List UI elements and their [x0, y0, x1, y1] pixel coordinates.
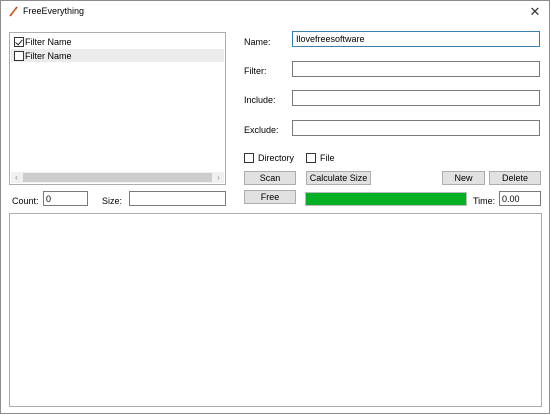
calculate-size-button[interactable]: Calculate Size [306, 171, 371, 185]
filter-list[interactable]: Filter Name Filter Name ‹ › [9, 32, 226, 185]
filter-checkbox[interactable] [14, 36, 24, 47]
filter-input[interactable] [292, 61, 540, 77]
time-label: Time: [473, 196, 496, 206]
include-label: Include: [244, 95, 276, 105]
filter-checkbox[interactable] [14, 50, 24, 61]
new-button[interactable]: New [442, 171, 485, 185]
count-field[interactable]: 0 [43, 191, 88, 206]
filter-label: Filter: [244, 66, 267, 76]
window-title: FreeEverything [23, 6, 85, 16]
scan-button[interactable]: Scan [244, 171, 296, 185]
scroll-thumb[interactable] [23, 173, 212, 182]
directory-checkbox[interactable]: Directory [244, 153, 294, 163]
scroll-left-icon[interactable]: ‹ [11, 172, 22, 183]
progress-bar [305, 192, 467, 206]
filter-item-label: Filter Name [25, 50, 72, 61]
size-label: Size: [102, 196, 123, 206]
size-field[interactable] [129, 191, 226, 206]
app-window: FreeEverything ✕ Filter Name Filter Name… [0, 0, 550, 414]
file-checkbox-box[interactable] [306, 153, 316, 163]
filter-list-item[interactable]: Filter Name [11, 49, 224, 62]
filter-item-label: Filter Name [25, 36, 72, 47]
file-checkbox-label: File [320, 153, 335, 163]
output-area[interactable] [9, 213, 542, 407]
count-label: Count: [12, 196, 39, 206]
feather-icon [9, 6, 18, 17]
progress-fill [306, 193, 466, 205]
directory-checkbox-label: Directory [258, 153, 295, 163]
close-button[interactable]: ✕ [523, 2, 547, 22]
directory-checkbox-box[interactable] [244, 153, 254, 163]
free-button[interactable]: Free [244, 190, 296, 204]
scroll-right-icon[interactable]: › [213, 172, 224, 183]
filter-list-item[interactable]: Filter Name [11, 35, 224, 48]
name-input[interactable]: Ilovefreesoftware [292, 31, 540, 47]
close-icon: ✕ [529, 4, 541, 19]
file-checkbox[interactable]: File [306, 153, 335, 163]
horizontal-scrollbar[interactable]: ‹ › [11, 172, 224, 183]
title-bar: FreeEverything ✕ [1, 1, 549, 23]
exclude-label: Exclude: [244, 125, 279, 135]
delete-button[interactable]: Delete [489, 171, 541, 185]
include-input[interactable] [292, 90, 540, 106]
time-field[interactable]: 0.00 [499, 191, 541, 206]
exclude-input[interactable] [292, 120, 540, 136]
name-label: Name: [244, 37, 271, 47]
